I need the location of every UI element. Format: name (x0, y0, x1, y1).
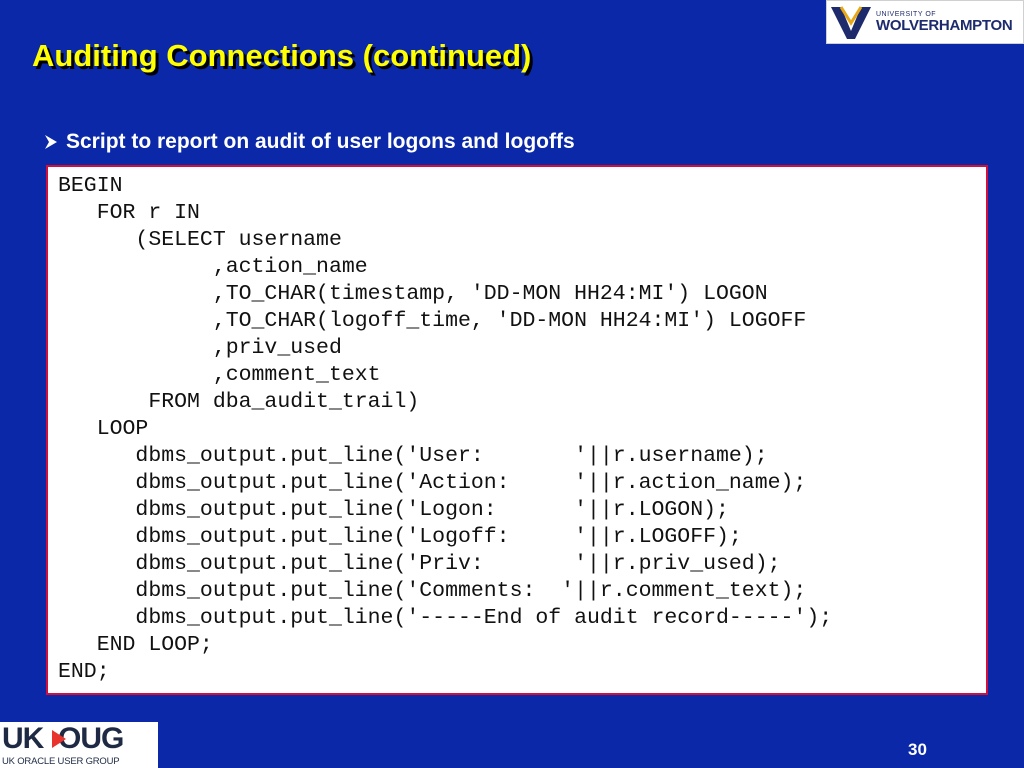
code-line: END LOOP; (58, 633, 213, 657)
code-line: (SELECT username (58, 228, 342, 252)
code-line: ,TO_CHAR(logoff_time, 'DD-MON HH24:MI') … (58, 309, 807, 333)
bullet-item: Script to report on audit of user logons… (44, 130, 575, 154)
page-number: 30 (908, 740, 927, 759)
code-line: ,priv_used (58, 336, 342, 360)
wolverhampton-crest-icon (831, 6, 871, 39)
university-logo: UNIVERSITY OF WOLVERHAMPTON (826, 0, 1024, 44)
code-block: BEGIN FOR r IN (SELECT username ,action_… (46, 165, 988, 695)
code-line: dbms_output.put_line('User: '||r.usernam… (58, 444, 768, 468)
ukoug-logo: UK OUG UK ORACLE USER GROUP (0, 722, 158, 768)
code-line: LOOP (58, 417, 149, 441)
code-line: dbms_output.put_line('Logon: '||r.LOGON)… (58, 498, 729, 522)
code-line: END; (58, 660, 110, 684)
bullet-text: Script to report on audit of user logons… (66, 130, 575, 153)
slide-title: Auditing Connections (continued) (32, 38, 532, 73)
code-line: dbms_output.put_line('Logoff: '||r.LOGOF… (58, 525, 742, 549)
code-line: FROM dba_audit_trail) (58, 390, 420, 414)
university-logo-text: UNIVERSITY OF WOLVERHAMPTON (876, 11, 1013, 34)
ukoug-logo-subtitle: UK ORACLE USER GROUP (2, 756, 120, 767)
code-line: ,comment_text (58, 363, 381, 387)
code-line: BEGIN (58, 174, 123, 198)
code-line: dbms_output.put_line('Comments: '||r.com… (58, 579, 807, 603)
code-line: dbms_output.put_line('Priv: '||r.priv_us… (58, 552, 781, 576)
university-logo-name: WOLVERHAMPTON (876, 17, 1013, 34)
code-line: ,TO_CHAR(timestamp, 'DD-MON HH24:MI') LO… (58, 282, 768, 306)
code-line: dbms_output.put_line('Action: '||r.actio… (58, 471, 807, 495)
code-line: dbms_output.put_line('-----End of audit … (58, 606, 833, 630)
code-line: FOR r IN (58, 201, 200, 225)
arrowhead-bullet-icon (45, 135, 57, 149)
ukoug-arrow-icon (52, 730, 66, 748)
code-line: ,action_name (58, 255, 368, 279)
